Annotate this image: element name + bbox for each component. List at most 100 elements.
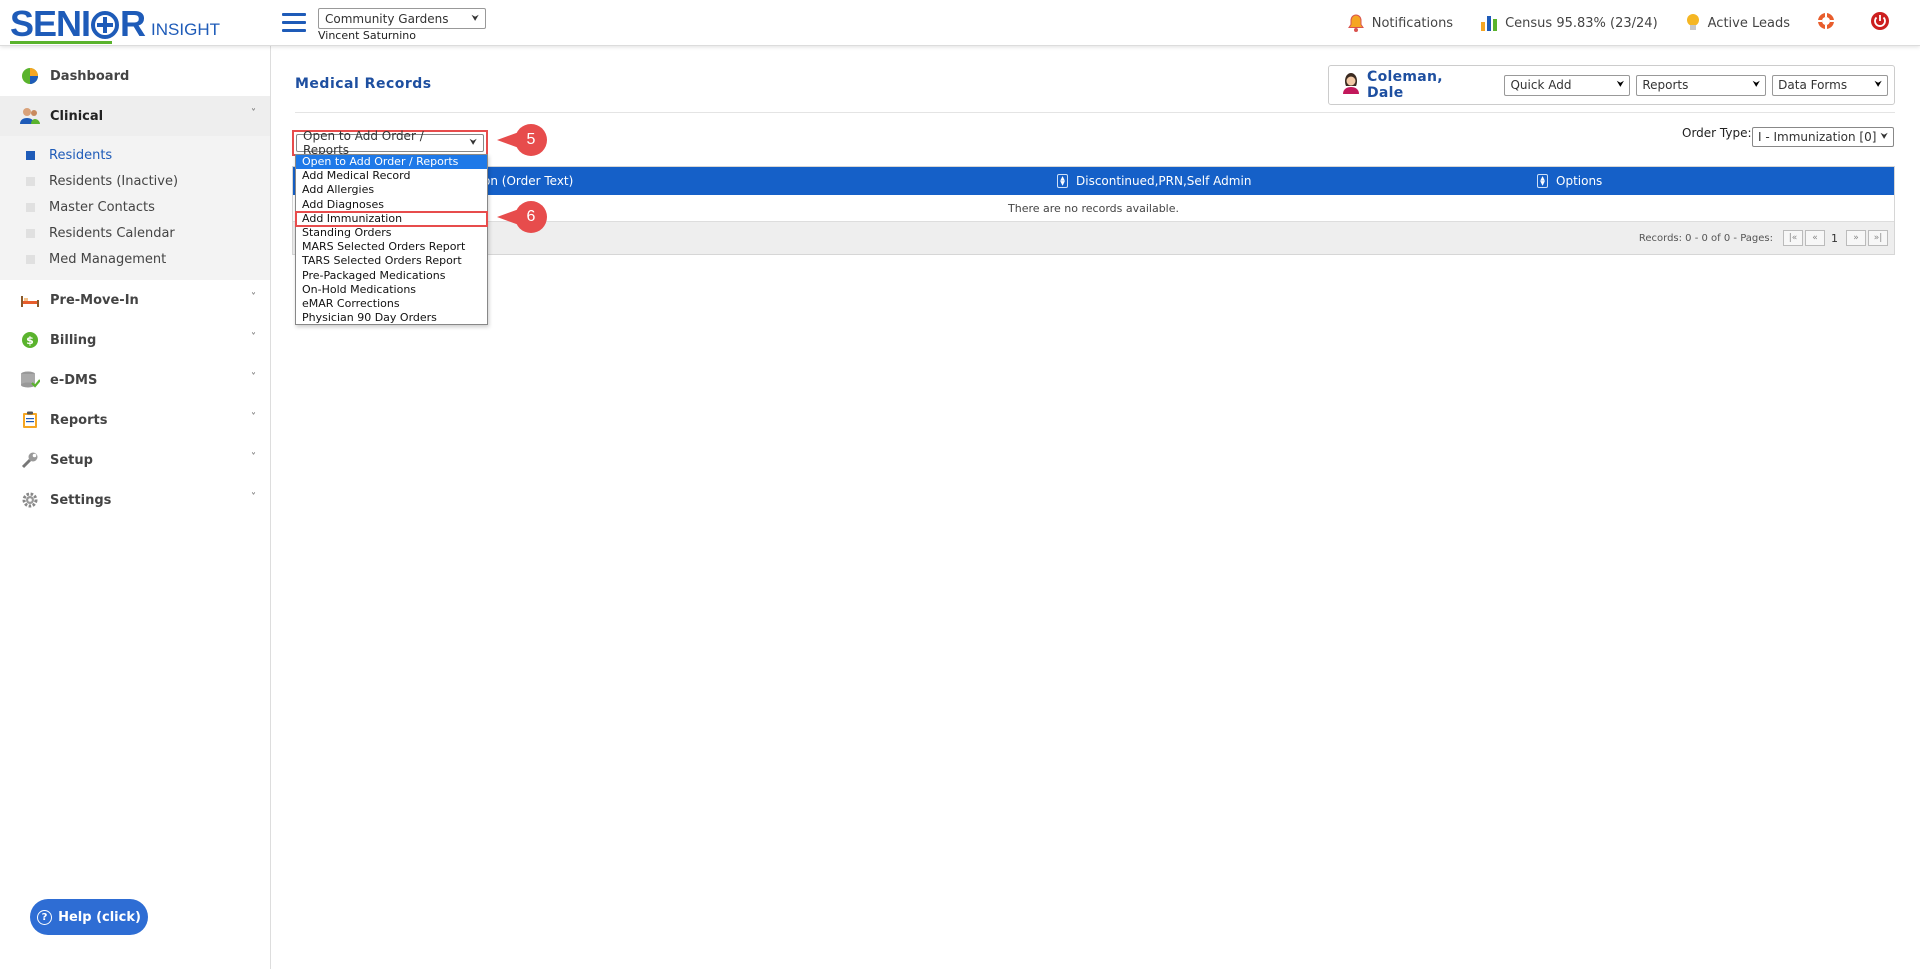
sidebar-item-label: Billing bbox=[50, 332, 97, 348]
data-forms-select[interactable]: Data Forms ⮟ bbox=[1772, 74, 1888, 96]
next-page-icon[interactable]: » bbox=[1846, 230, 1866, 246]
lightbulb-icon bbox=[1684, 13, 1702, 33]
sidebar-item-label: Clinical bbox=[50, 108, 104, 124]
dropdown-option[interactable]: On-Hold Medications bbox=[296, 283, 487, 297]
hamburger-menu-icon[interactable] bbox=[282, 13, 306, 33]
quick-add-select-value: Quick Add bbox=[1510, 78, 1572, 92]
top-right-actions: Notifications Census 95.83% (23/24) Acti… bbox=[1346, 0, 1920, 46]
dropdown-option[interactable]: eMAR Corrections bbox=[296, 297, 487, 311]
chevron-down-icon: ˅ bbox=[251, 452, 256, 463]
logo-plus-icon bbox=[91, 10, 120, 39]
bullet-icon bbox=[26, 254, 35, 264]
pie-chart-icon bbox=[20, 66, 40, 86]
dropdown-option[interactable]: Pre-Packaged Medications bbox=[296, 269, 487, 283]
senior-insight-logo[interactable]: SENI R INSIGHT bbox=[10, 6, 220, 42]
power-logout-icon[interactable] bbox=[1870, 11, 1890, 35]
census-link[interactable]: Census 95.83% (23/24) bbox=[1479, 13, 1658, 33]
bullet-icon bbox=[26, 202, 35, 212]
subitem-label: Residents (Inactive) bbox=[49, 173, 179, 189]
order-reports-select-highlight: Open to Add Order / Reports ⮟ bbox=[292, 129, 488, 157]
community-select-value: Community Gardens bbox=[325, 11, 449, 26]
order-type-select-value: I - Immunization [0] bbox=[1758, 130, 1877, 144]
records-count: Records: 0 - 0 of 0 - Pages: bbox=[1638, 232, 1773, 244]
subitem-label: Residents Calendar bbox=[49, 225, 175, 241]
dropdown-option[interactable]: Open to Add Order / Reports bbox=[296, 155, 487, 170]
sidebar-item-label: e-DMS bbox=[50, 372, 98, 388]
sidebar-item-settings[interactable]: Settings ˅ bbox=[0, 480, 270, 520]
clipboard-icon bbox=[20, 410, 40, 430]
chevron-down-icon: ⮟ bbox=[471, 13, 479, 24]
top-bar: SENI R INSIGHT Community Gardens ⮟ Vincen… bbox=[0, 0, 1920, 46]
sidebar-subitem-residents-calendar[interactable]: Residents Calendar bbox=[0, 220, 270, 246]
notifications-link[interactable]: Notifications bbox=[1346, 13, 1453, 33]
sidebar-item-billing[interactable]: $ Billing ˅ bbox=[0, 320, 270, 360]
data-forms-select-value: Data Forms bbox=[1778, 78, 1848, 92]
dropdown-option[interactable]: TARS Selected Orders Report bbox=[296, 254, 487, 268]
chevron-down-icon: ˅ bbox=[251, 292, 256, 303]
column-header-discontinued[interactable]: ▲ ▼ Discontinued,PRN,Self Admin bbox=[1057, 167, 1251, 195]
dropdown-option[interactable]: Standing Orders bbox=[296, 226, 487, 240]
clinical-submenu: Residents Residents (Inactive) Master Co… bbox=[0, 136, 270, 280]
reports-select-value: Reports bbox=[1642, 78, 1689, 92]
subitem-label: Med Management bbox=[49, 251, 167, 267]
column-header-label: on (Order Text) bbox=[483, 174, 574, 188]
chevron-down-icon: ⮟ bbox=[1880, 132, 1888, 142]
chevron-down-icon: ˅ bbox=[251, 332, 256, 343]
resident-avatar-icon bbox=[1341, 72, 1361, 98]
chevron-down-icon: ⮟ bbox=[1874, 80, 1882, 90]
column-header-options[interactable]: ▲ ▼ Options bbox=[1537, 167, 1602, 195]
sidebar-item-clinical[interactable]: Clinical ˅ bbox=[0, 96, 270, 136]
sidebar-subitem-master-contacts[interactable]: Master Contacts bbox=[0, 194, 270, 220]
help-button[interactable]: ? Help (click) bbox=[30, 899, 148, 935]
logo-underline bbox=[10, 41, 112, 44]
order-type-select[interactable]: I - Immunization [0] ⮟ bbox=[1752, 127, 1894, 147]
page-number[interactable]: 1 bbox=[1831, 232, 1838, 245]
bell-icon bbox=[1346, 13, 1366, 33]
database-icon bbox=[20, 370, 40, 390]
logo-text-senior: SENI R bbox=[10, 3, 146, 44]
order-reports-select[interactable]: Open to Add Order / Reports ⮟ bbox=[296, 129, 484, 157]
lifebuoy-help-icon[interactable] bbox=[1816, 11, 1836, 35]
sidebar-item-pre-move-in[interactable]: Pre-Move-In ˅ bbox=[0, 280, 270, 320]
bullet-icon bbox=[26, 228, 35, 238]
sidebar-subitem-med-management[interactable]: Med Management bbox=[0, 246, 270, 272]
sidebar-item-reports[interactable]: Reports ˅ bbox=[0, 400, 270, 440]
dropdown-option-add-immunization[interactable]: Add Immunization bbox=[295, 210, 488, 227]
column-header-order-text[interactable]: on (Order Text) bbox=[483, 167, 573, 195]
sidebar-item-e-dms[interactable]: e-DMS ˅ bbox=[0, 360, 270, 400]
chevron-down-icon: ˅ bbox=[251, 108, 256, 119]
sidebar-item-dashboard[interactable]: Dashboard bbox=[0, 56, 270, 96]
sidebar-item-setup[interactable]: Setup ˅ bbox=[0, 440, 270, 480]
dropdown-option[interactable]: Add Allergies bbox=[296, 183, 487, 197]
bullet-icon bbox=[26, 150, 35, 160]
subitem-label: Residents bbox=[49, 147, 113, 163]
first-page-icon[interactable]: |« bbox=[1783, 230, 1803, 246]
dropdown-option[interactable]: Physician 90 Day Orders bbox=[296, 311, 487, 325]
sidebar-item-label: Setup bbox=[50, 452, 93, 468]
sidebar-item-label: Pre-Move-In bbox=[50, 292, 139, 308]
gear-icon bbox=[20, 490, 40, 510]
bar-chart-icon bbox=[1479, 13, 1499, 33]
community-select[interactable]: Community Gardens ⮟ bbox=[318, 8, 486, 29]
dropdown-option[interactable]: Add Medical Record bbox=[296, 169, 487, 183]
sidebar-subitem-residents-inactive[interactable]: Residents (Inactive) bbox=[0, 168, 270, 194]
quick-add-select[interactable]: Quick Add ⮟ bbox=[1504, 74, 1631, 96]
column-header-label: Options bbox=[1556, 174, 1603, 188]
wrench-icon bbox=[20, 450, 40, 470]
dropdown-option[interactable]: Add Diagnoses bbox=[296, 198, 487, 212]
svg-text:$: $ bbox=[26, 334, 34, 347]
sidebar-subitem-residents[interactable]: Residents bbox=[0, 142, 270, 168]
previous-page-icon[interactable]: « bbox=[1805, 230, 1825, 246]
last-page-icon[interactable]: »| bbox=[1868, 230, 1888, 246]
dollar-icon: $ bbox=[20, 330, 40, 350]
notifications-label: Notifications bbox=[1371, 15, 1454, 31]
users-icon bbox=[20, 106, 40, 126]
dropdown-option[interactable]: MARS Selected Orders Report bbox=[296, 240, 487, 254]
sort-icon: ▲ ▼ bbox=[1057, 174, 1068, 188]
reports-select[interactable]: Reports ⮟ bbox=[1636, 74, 1767, 96]
bed-icon bbox=[20, 290, 40, 310]
chevron-down-icon: ˅ bbox=[251, 412, 256, 423]
sort-icon: ▲ ▼ bbox=[1537, 174, 1548, 188]
active-leads-link[interactable]: Active Leads bbox=[1684, 13, 1790, 33]
bullet-icon bbox=[26, 176, 35, 186]
